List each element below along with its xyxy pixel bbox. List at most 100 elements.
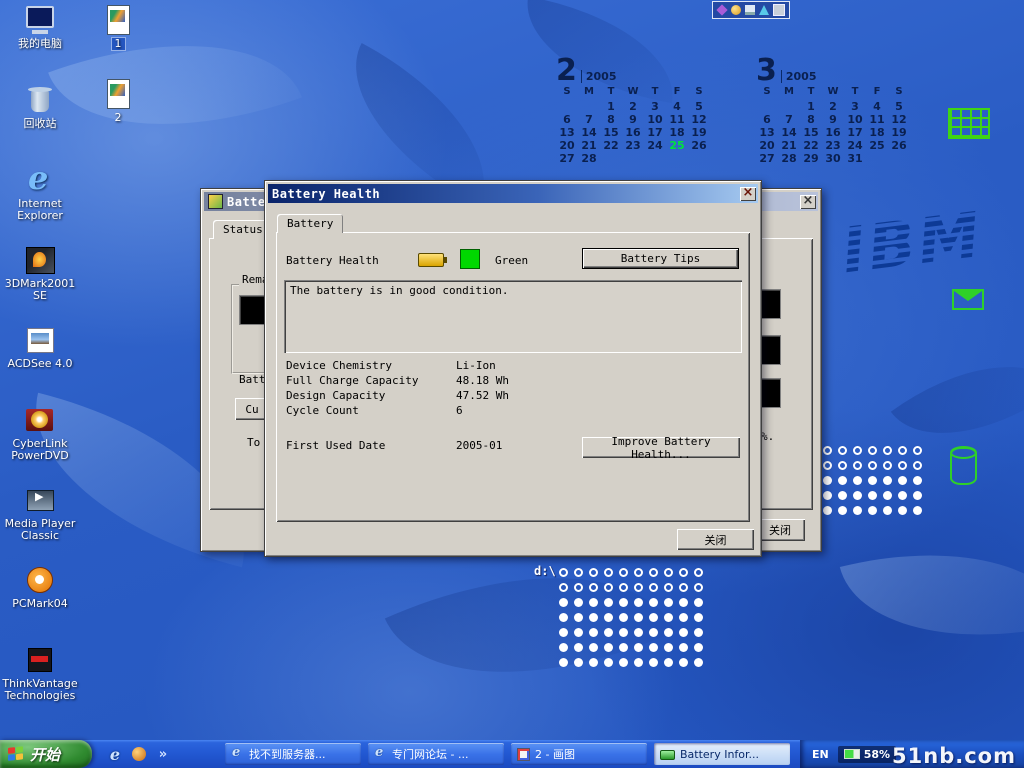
battery-tab-panel: Battery Health Green Battery Tips The ba… xyxy=(276,232,750,522)
decor-dot xyxy=(604,598,613,607)
desktop-icon[interactable]: 回收站 xyxy=(2,84,78,156)
calendar-february-2005: 2 2005 SMTWTFS 1234567891011121314151617… xyxy=(556,56,716,165)
calendar-day: 19 xyxy=(688,126,710,139)
start-button[interactable]: 开始 xyxy=(0,740,92,768)
toolbar-icon-3[interactable] xyxy=(745,5,755,15)
taskbar-task-button[interactable]: 2 - 画图 xyxy=(511,743,647,765)
toolbar-icon-1[interactable] xyxy=(716,4,727,15)
desktop-icon[interactable]: Media Player Classic xyxy=(2,484,78,556)
desktop-file-icon[interactable]: 2 xyxy=(88,78,148,142)
envelope-decor-icon xyxy=(952,289,984,310)
decor-dot xyxy=(634,568,643,577)
desktop-icon[interactable]: ACDSee 4.0 xyxy=(2,324,78,396)
dialog-titlebar[interactable]: Battery Health xyxy=(268,184,758,203)
calendar-day: 11 xyxy=(866,113,888,126)
language-indicator[interactable]: EN xyxy=(812,748,829,761)
media-player-icon[interactable] xyxy=(130,745,148,763)
improve-battery-health-button[interactable]: Improve Battery Health... xyxy=(582,437,740,458)
task-icon xyxy=(517,748,530,761)
task-label: 专门网论坛 - ... xyxy=(392,746,468,762)
windows-flag-icon xyxy=(8,746,25,762)
decor-dot xyxy=(694,568,703,577)
calendar-year: 2005 xyxy=(581,70,617,83)
weekday-header: S xyxy=(688,86,710,100)
calendar-header: 2 2005 xyxy=(556,56,716,86)
condition-textbox: The battery is in good condition. xyxy=(284,280,742,353)
calendar-day: 12 xyxy=(688,113,710,126)
decor-dot xyxy=(634,628,643,637)
tray-battery-indicator[interactable]: 58% xyxy=(838,746,896,763)
weekday-header: S xyxy=(756,86,778,100)
task-label: 2 - 画图 xyxy=(535,746,575,762)
decor-dot xyxy=(838,461,847,470)
decor-dot xyxy=(619,583,628,592)
health-status-text: Green xyxy=(495,254,528,267)
decor-dot xyxy=(913,461,922,470)
decor-dot xyxy=(664,658,673,667)
toolbar-icon-2[interactable] xyxy=(731,5,741,15)
calendar-day: 17 xyxy=(644,126,666,139)
decor-dot xyxy=(853,446,862,455)
quick-launch-overflow-chevron[interactable] xyxy=(154,745,172,763)
calendar-day: 24 xyxy=(644,139,666,152)
calendar-day: 16 xyxy=(622,126,644,139)
info-value: 48.18 Wh xyxy=(456,374,509,389)
calendar-day: 9 xyxy=(822,113,844,126)
battery-tips-button[interactable]: Battery Tips xyxy=(582,248,739,269)
desktop-icon-image xyxy=(23,564,57,596)
decor-dot xyxy=(868,506,877,515)
decor-dot xyxy=(838,476,847,485)
decor-dot xyxy=(604,643,613,652)
calendar-day: 15 xyxy=(600,126,622,139)
desktop-file-icon[interactable]: 1 xyxy=(88,4,148,68)
tab-battery[interactable]: Battery xyxy=(277,214,343,233)
decor-dot xyxy=(679,598,688,607)
taskbar-task-button[interactable]: 专门网论坛 - ... xyxy=(368,743,504,765)
percent-label: %. xyxy=(761,430,774,443)
desktop-icon[interactable]: 我的电脑 xyxy=(2,4,78,76)
wallpaper-leaf xyxy=(48,0,302,176)
decor-dot xyxy=(619,568,628,577)
desktop-icon-image xyxy=(23,484,57,516)
decor-dot xyxy=(589,628,598,637)
calendar-day: 11 xyxy=(666,113,688,126)
close-icon[interactable] xyxy=(740,187,756,201)
taskbar-task-button[interactable]: Battery Infor... xyxy=(654,743,790,765)
desktop-icon[interactable]: 3DMark2001 SE xyxy=(2,244,78,316)
decor-dot xyxy=(574,628,583,637)
decor-dot xyxy=(664,613,673,622)
taskbar-task-button[interactable]: 找不到服务器... xyxy=(225,743,361,765)
decor-dot xyxy=(823,461,832,470)
desktop-icon[interactable]: ThinkVantage Technologies xyxy=(2,644,78,716)
desktop-icon[interactable]: CyberLink PowerDVD xyxy=(2,404,78,476)
decor-dot xyxy=(649,598,658,607)
info-close-button[interactable]: 关闭 xyxy=(755,519,805,541)
decor-dot xyxy=(634,658,643,667)
info-value: Li-Ion xyxy=(456,359,496,374)
calendar-day: 10 xyxy=(644,113,666,126)
decor-dot xyxy=(679,568,688,577)
calendar-day: 5 xyxy=(888,100,910,113)
internet-explorer-icon[interactable] xyxy=(106,745,124,763)
desktop-icon-image xyxy=(23,324,57,356)
calendar-day xyxy=(778,100,800,113)
decor-dot xyxy=(694,628,703,637)
decor-dot xyxy=(649,613,658,622)
decor-dot xyxy=(664,583,673,592)
decor-dot xyxy=(634,583,643,592)
calendar-day: 8 xyxy=(600,113,622,126)
calendar-day: 1 xyxy=(600,100,622,113)
toolbar-icon-4[interactable] xyxy=(759,5,769,15)
toolbar-icon-5[interactable] xyxy=(773,4,785,16)
dialog-close-button[interactable]: 关闭 xyxy=(677,529,754,550)
calendar-day xyxy=(756,100,778,113)
decor-dot xyxy=(619,658,628,667)
close-icon[interactable] xyxy=(800,195,816,209)
desktop-icon[interactable]: Internet Explorer xyxy=(2,164,78,236)
weekday-header: W xyxy=(822,86,844,100)
decor-dot xyxy=(913,491,922,500)
info-row: Device Chemistry Li-Ion xyxy=(286,359,509,374)
desktop-icon[interactable]: PCMark04 xyxy=(2,564,78,636)
decor-dot xyxy=(664,568,673,577)
battery-icon xyxy=(844,749,860,759)
